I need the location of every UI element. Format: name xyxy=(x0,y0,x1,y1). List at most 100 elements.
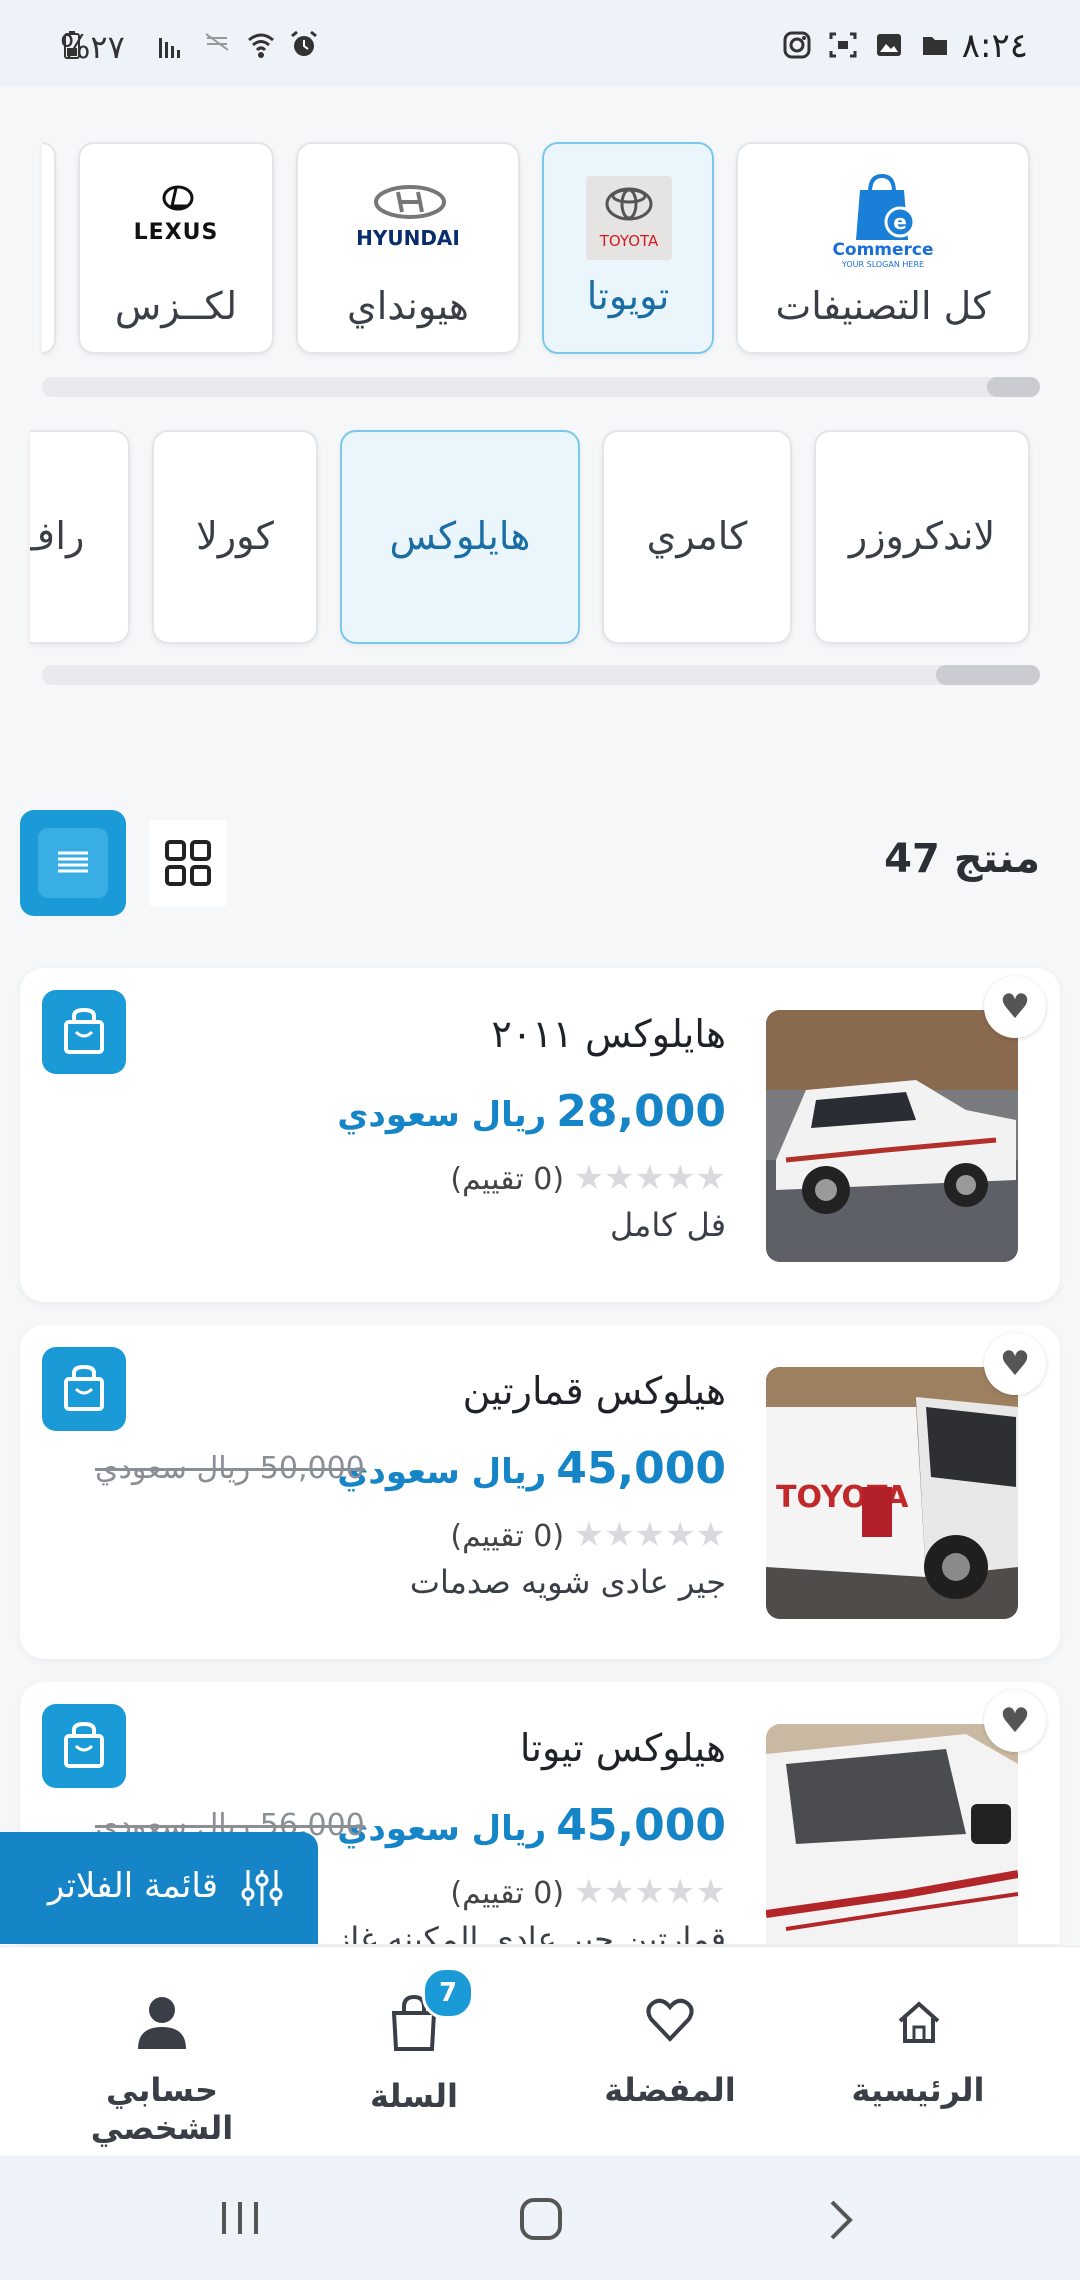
product-title: هيلوكس قمارتين xyxy=(462,1369,726,1413)
nav-home[interactable]: الرئيسية xyxy=(838,1947,998,2155)
product-description: جير عادى شويه صدمات xyxy=(409,1563,726,1601)
heart-icon xyxy=(646,1998,694,2042)
brand-scrollbar[interactable] xyxy=(42,377,1040,397)
rating-stars-icon: ★★★★★ xyxy=(573,1515,726,1555)
price-currency: ريال سعودي xyxy=(337,1809,547,1849)
add-to-cart-button[interactable] xyxy=(42,1347,126,1431)
filter-menu-label: قائمة الفلاتر xyxy=(47,1866,218,1906)
price-currency: ريال سعودي xyxy=(337,1452,547,1492)
toyota-logo-text: TOYOTA xyxy=(599,232,659,250)
brand-scrollbar-thumb[interactable] xyxy=(987,377,1040,397)
hyundai-logo-text: HYUNDAI xyxy=(356,226,460,250)
rating-count: (0 تقييم) xyxy=(450,1162,565,1197)
nav-favorites-label: المفضلة xyxy=(604,2071,736,2109)
model-scrollbar-thumb[interactable] xyxy=(936,665,1040,685)
product-image[interactable] xyxy=(766,1724,1018,1944)
shopping-bag-icon xyxy=(64,1007,104,1054)
clock: ٨:٢٤ xyxy=(961,26,1028,66)
model-label-corolla: كورلا xyxy=(196,514,274,558)
nav-cart[interactable]: 7 السلة xyxy=(334,1947,494,2155)
favorite-heart-icon[interactable]: ♥ xyxy=(984,976,1046,1038)
product-card[interactable]: TOYOTA ♥ هيلوكس قمارتين 45,000ريال سعودي… xyxy=(20,1325,1060,1659)
grid-view-button[interactable] xyxy=(150,820,226,906)
favorite-heart-icon[interactable]: ♥ xyxy=(984,1690,1046,1752)
nav-home-label: الرئيسية xyxy=(851,2071,985,2109)
ecommerce-logo-text: Commerce xyxy=(832,240,934,260)
product-image[interactable]: TOYOTA xyxy=(766,1367,1018,1619)
brand-label-toyota: تويوتا xyxy=(586,274,670,318)
nav-account-label: حسابي الشخصي xyxy=(90,2071,234,2147)
data-off-icon xyxy=(205,33,229,51)
filter-menu-button[interactable]: قائمة الفلاتر xyxy=(0,1832,318,1944)
model-label-rav: راف xyxy=(30,514,85,558)
recent-apps-icon[interactable] xyxy=(216,2198,264,2238)
results-count: 47 منتج xyxy=(884,836,1040,882)
rating-stars-icon: ★★★★★ xyxy=(573,1872,726,1912)
bottom-navigation: الرئيسية المفضلة 7 السلة حسابي الشخصي xyxy=(0,1946,1080,2155)
rating-stars-icon: ★★★★★ xyxy=(573,1158,726,1198)
shopping-bag-icon xyxy=(64,1364,104,1411)
brand-carousel[interactable]: e Commerce YOUR SLOGAN HERE كل التصنيفات… xyxy=(0,142,1080,357)
model-chip-camry[interactable]: كامري xyxy=(602,430,792,644)
lexus-logo-text: LEXUS xyxy=(133,220,219,245)
product-title: هايلوكس ٢٠١١ xyxy=(491,1012,726,1056)
folder-icon xyxy=(923,37,947,55)
brand-card-partial[interactable] xyxy=(42,142,56,354)
product-card[interactable]: ♥ هايلوكس ٢٠١١ 28,000ريال سعودي ★★★★★ (0… xyxy=(20,968,1060,1302)
brand-label-lexus: لكــزس xyxy=(114,284,238,328)
lexus-logo-icon xyxy=(162,185,194,211)
model-chip-hilux[interactable]: هايلوكس xyxy=(340,430,580,644)
model-chip-rav[interactable]: راف xyxy=(30,430,130,644)
grid-view-icon xyxy=(165,840,211,886)
list-view-button[interactable] xyxy=(20,810,126,916)
product-image[interactable] xyxy=(766,1010,1018,1262)
product-old-price: 50,000 ريال سعودي xyxy=(95,1451,365,1486)
price-value: 45,000 xyxy=(556,1443,726,1494)
signal-icon xyxy=(159,38,180,58)
price-value: 28,000 xyxy=(556,1086,726,1137)
user-icon xyxy=(138,1997,186,2049)
nav-favorites[interactable]: المفضلة xyxy=(590,1947,750,2155)
product-description: قمارتين جير عادى المكينه غاز xyxy=(334,1920,726,1944)
nav-account[interactable]: حسابي الشخصي xyxy=(32,1947,292,2155)
brand-card-all[interactable]: e Commerce YOUR SLOGAN HERE كل التصنيفات xyxy=(736,142,1030,354)
brand-label-all: كل التصنيفات xyxy=(775,284,991,328)
battery-icon xyxy=(64,31,80,59)
brand-card-toyota[interactable]: TOYOTA تويوتا xyxy=(542,142,714,354)
gallery-icon xyxy=(877,34,901,56)
model-chip-landcruiser[interactable]: لاندكروزر xyxy=(814,430,1030,644)
wifi-icon xyxy=(248,33,274,58)
instagram-icon xyxy=(783,31,811,59)
system-navigation-bar xyxy=(0,2156,1080,2280)
brand-label-hyundai: هيونداي xyxy=(347,284,469,328)
alarm-icon xyxy=(291,30,317,56)
model-chip-corolla[interactable]: كورلا xyxy=(152,430,318,644)
model-label-hilux: هايلوكس xyxy=(389,514,531,558)
favorite-heart-icon[interactable]: ♥ xyxy=(984,1333,1046,1395)
product-rating: ★★★★★ (0 تقييم) xyxy=(450,1158,726,1198)
hyundai-logo-icon xyxy=(374,185,446,219)
svg-text:e: e xyxy=(893,210,907,234)
model-scrollbar[interactable] xyxy=(42,665,1040,685)
ecommerce-logo-slogan: YOUR SLOGAN HERE xyxy=(841,260,925,269)
rating-count: (0 تقييم) xyxy=(450,1876,565,1911)
shopping-bag-icon xyxy=(64,1721,104,1768)
brand-card-lexus[interactable]: LEXUS لكــزس xyxy=(78,142,274,354)
back-icon[interactable] xyxy=(826,2198,856,2242)
model-label-camry: كامري xyxy=(646,514,748,558)
product-price: 45,000ريال سعودي xyxy=(337,1800,726,1851)
screen-record-icon xyxy=(829,32,857,58)
home-button-icon[interactable] xyxy=(518,2196,564,2242)
product-title: هيلوكس تيوتا xyxy=(519,1726,726,1770)
add-to-cart-button[interactable] xyxy=(42,1704,126,1788)
product-rating: ★★★★★ (0 تقييم) xyxy=(450,1872,726,1912)
brand-card-hyundai[interactable]: HYUNDAI هيونداي xyxy=(296,142,520,354)
list-view-icon xyxy=(38,828,108,898)
sliders-icon xyxy=(241,1870,283,1906)
price-currency: ريال سعودي xyxy=(337,1095,547,1135)
rating-count: (0 تقييم) xyxy=(450,1519,565,1554)
cart-count-badge: 7 xyxy=(422,1967,474,2019)
product-price: 28,000ريال سعودي xyxy=(337,1086,726,1137)
nav-cart-label: السلة xyxy=(369,2077,458,2115)
add-to-cart-button[interactable] xyxy=(42,990,126,1074)
